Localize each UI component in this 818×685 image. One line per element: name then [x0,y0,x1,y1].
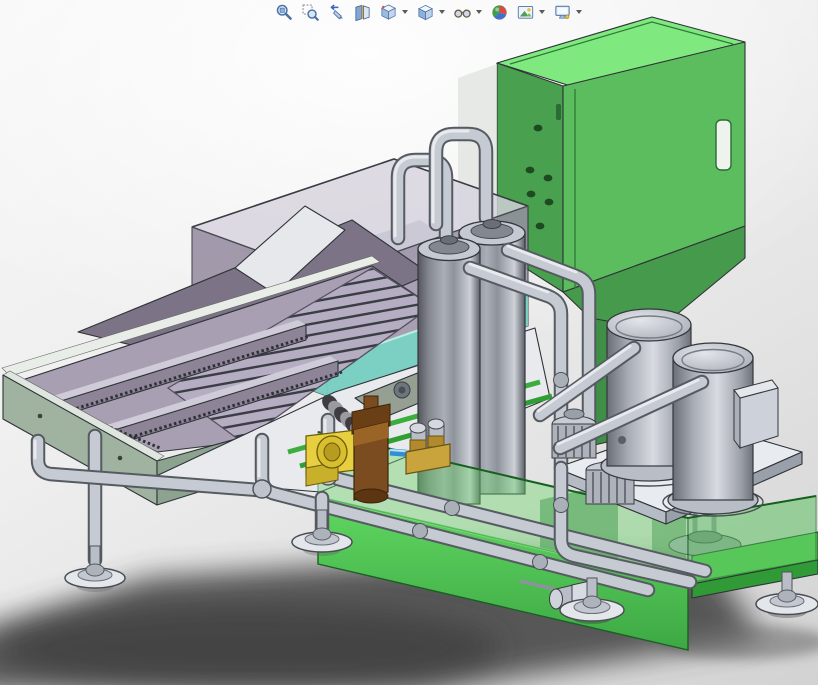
monitor-icon [553,3,572,22]
pipe-elbow [253,480,271,498]
view-settings-button[interactable] [551,2,574,23]
view-toolbar[interactable] [272,1,586,23]
previous-view-button[interactable] [325,2,348,23]
previous-view-icon [327,3,346,22]
color-sphere-icon [490,3,509,22]
pipe-collar [413,524,428,539]
cabinet-door-handle[interactable] [716,120,731,170]
zoom-to-area-icon [301,3,320,22]
shaded-cube-icon [416,3,435,22]
section-view-icon [353,3,372,22]
dropdown-caret-icon[interactable] [402,10,408,14]
eyeglasses-icon [453,3,472,22]
motor-junction-box[interactable] [734,380,778,448]
view-orientation-button[interactable] [377,2,400,23]
dropdown-caret-icon[interactable] [439,10,445,14]
cabinet-hinge [556,104,561,120]
edit-appearance-button[interactable] [488,2,511,23]
machine-3d-model[interactable] [0,0,818,685]
leveling-foot[interactable] [65,546,125,592]
pump-motor-2[interactable] [668,343,778,514]
pipe-collar [445,501,460,516]
section-view-button[interactable] [351,2,374,23]
cylinder-cap-fitting [441,236,458,244]
pipe-collar [554,373,569,388]
pipe-collar [554,498,569,513]
dropdown-caret-icon[interactable] [539,10,545,14]
dropdown-caret-icon[interactable] [476,10,482,14]
pipe-collar [533,555,548,570]
zoom-to-area-button[interactable] [299,2,322,23]
zoom-to-fit-icon [275,3,294,22]
zoom-to-fit-button[interactable] [273,2,296,23]
view-cube-icon [379,3,398,22]
cad-viewport[interactable] [0,0,818,685]
inline-oil-filter[interactable] [352,396,390,503]
apply-scene-button[interactable] [514,2,537,23]
display-style-button[interactable] [414,2,437,23]
hide-show-items-button[interactable] [451,2,474,23]
cylinder-cap-fitting [483,220,501,229]
scene-photo-icon [516,3,535,22]
dropdown-caret-icon[interactable] [576,10,582,14]
